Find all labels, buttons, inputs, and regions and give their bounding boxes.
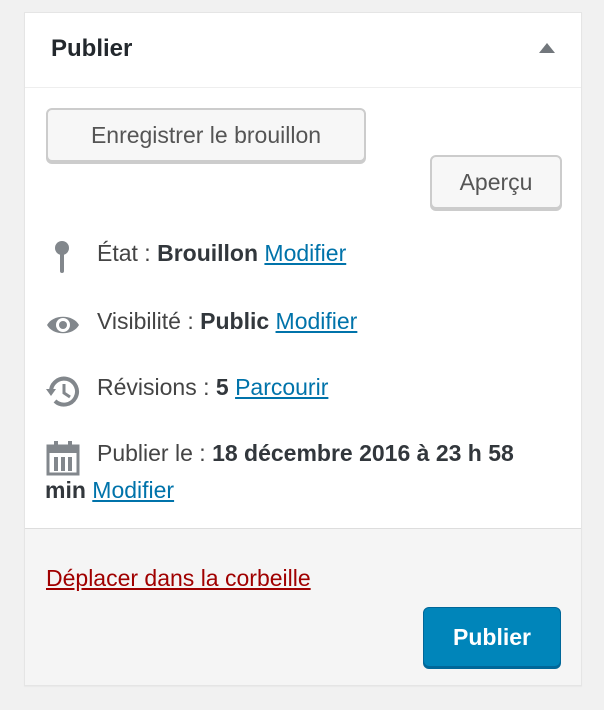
move-to-trash-link[interactable]: Déplacer dans la corbeille [46, 565, 311, 592]
revisions-label: Révisions : [97, 374, 210, 400]
publish-box-header[interactable]: Publier [25, 13, 581, 88]
major-actions: Déplacer dans la corbeille Publier [25, 528, 581, 685]
publish-box-title: Publier [51, 35, 133, 62]
status-label: État : [97, 240, 151, 266]
browse-revisions-link[interactable]: Parcourir [235, 374, 328, 400]
pin-icon [55, 241, 69, 273]
visibility-row: Visibilité : Public Modifier [45, 303, 561, 340]
status-value: Brouillon [157, 240, 259, 266]
publish-box: Publier Enregistrer le brouillon Aperçu … [24, 12, 582, 686]
revisions-row: Révisions : 5 Parcourir [45, 369, 561, 407]
revisions-count: 5 [215, 374, 229, 400]
history-icon [46, 376, 79, 407]
visibility-label: Visibilité : [97, 308, 194, 334]
save-draft-button[interactable]: Enregistrer le brouillon [46, 108, 366, 162]
schedule-label: Publier le : [97, 440, 206, 466]
publish-button[interactable]: Publier [423, 607, 561, 667]
schedule-row: Publier le : 18 décembre 2016 à 23 h 58 … [45, 435, 561, 509]
edit-status-link[interactable]: Modifier [264, 240, 346, 266]
edit-visibility-link[interactable]: Modifier [276, 308, 358, 334]
collapse-arrow-icon[interactable] [539, 43, 555, 53]
visibility-value: Public [200, 308, 270, 334]
eye-icon [47, 316, 79, 334]
calendar-icon [46, 441, 80, 476]
preview-button[interactable]: Aperçu [430, 155, 562, 209]
status-row: État : Brouillon Modifier [45, 235, 561, 273]
edit-schedule-link[interactable]: Modifier [92, 477, 174, 503]
